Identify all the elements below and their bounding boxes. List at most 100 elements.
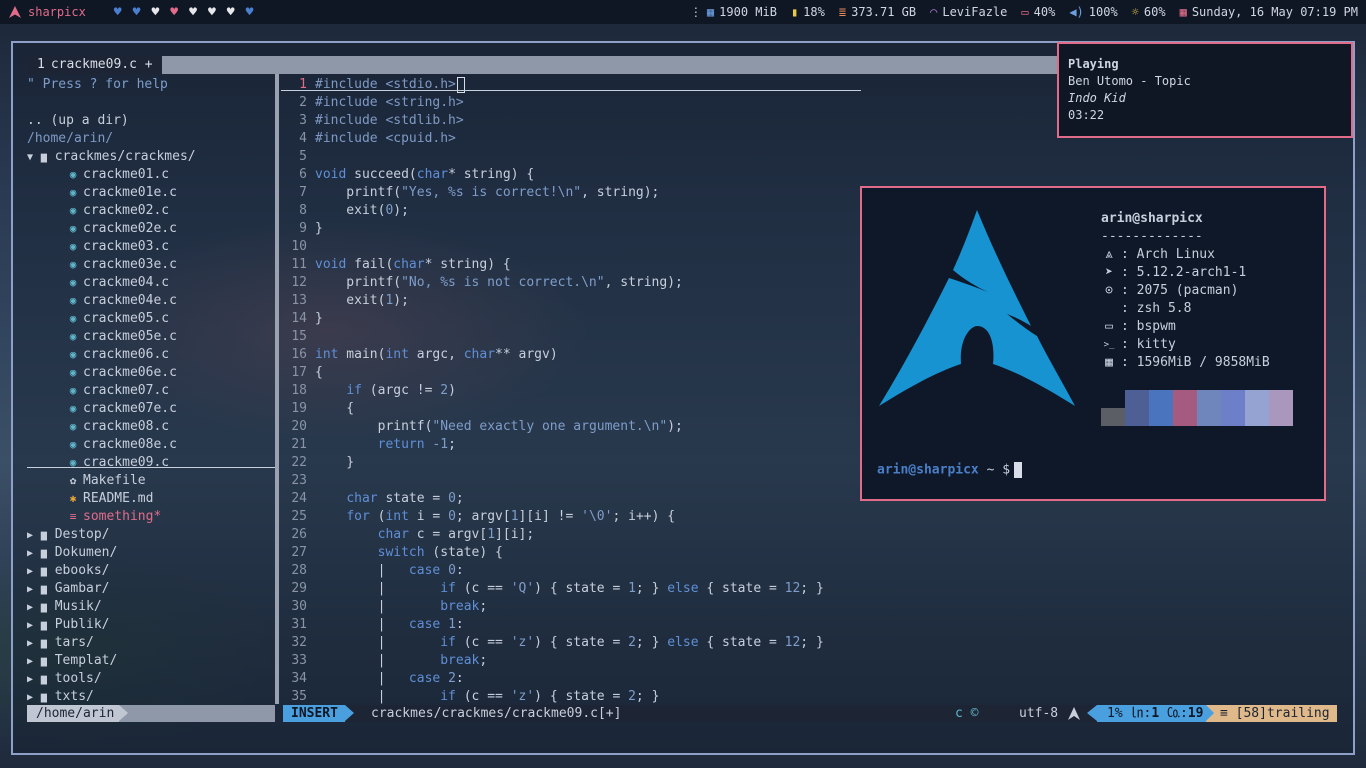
code-line[interactable]: | if (c == 'z') { state = 2; } <box>315 688 660 706</box>
tree-dir[interactable]: ▶ ▆ Dokumen/ <box>27 544 117 562</box>
line-number: 28 <box>291 563 307 578</box>
line-number: 10 <box>291 239 307 254</box>
vim-tab[interactable]: 1 crackme09.c + <box>27 56 162 74</box>
arch-logo-icon[interactable] <box>8 5 22 19</box>
top-bar: sharpicx ♥ ♥ ♥ ♥ ♥ ♥ ♥ ♥ ⋮ ▦ 1900 MiB ▮ 18% ≣ 373.7… <box>0 0 1366 24</box>
code-line[interactable]: char c = argv[1][i]; <box>315 526 535 544</box>
editor-cursor-line <box>281 90 861 91</box>
tree-dir[interactable]: ▶ ▆ txts/ <box>27 688 94 706</box>
code-line[interactable]: int main(int argc, char** argv) <box>315 346 558 364</box>
code-line[interactable]: #include <cpuid.h> <box>315 130 456 148</box>
wifi-widget[interactable]: ◠ LeviFazle <box>930 5 1007 19</box>
workspace-2-heart-icon[interactable]: ♥ <box>133 5 141 20</box>
brightness-widget[interactable]: ☼ 60% <box>1132 5 1166 19</box>
tree-dir[interactable]: ▶ ▆ tools/ <box>27 670 102 688</box>
workspace-3-heart-icon[interactable]: ♥ <box>151 5 159 20</box>
code-line[interactable]: for (int i = 0; argv[1][i] != '\0'; i++)… <box>315 508 675 526</box>
code-line[interactable]: } <box>315 454 354 472</box>
code-line[interactable]: #include <string.h> <box>315 94 464 112</box>
code-line[interactable]: return -1; <box>315 436 456 454</box>
tree-file[interactable]: ◉ crackme09.c <box>65 454 169 472</box>
workspace-7-heart-icon[interactable]: ♥ <box>227 5 235 20</box>
code-line[interactable]: | break; <box>315 652 488 670</box>
code-line[interactable]: printf("No, %s is not correct.\n", strin… <box>315 274 683 292</box>
code-line[interactable]: | case 2: <box>315 670 464 688</box>
code-line[interactable]: exit(0); <box>315 202 409 220</box>
code-line[interactable]: #include <stdlib.h> <box>315 112 464 130</box>
code-line[interactable]: | case 1: <box>315 616 464 634</box>
workspace-1-heart-icon[interactable]: ♥ <box>114 5 122 20</box>
vertical-split[interactable] <box>275 74 279 704</box>
workspace-6-heart-icon[interactable]: ♥ <box>208 5 216 20</box>
line-number: 6 <box>299 167 307 182</box>
code-line[interactable]: if (argc != 2) <box>315 382 456 400</box>
code-line[interactable]: | if (c == 'Q') { state = 1; } else { st… <box>315 580 824 598</box>
code-line[interactable]: #include <stdio.h> <box>315 76 465 94</box>
tree-file[interactable]: ◉ crackme02e.c <box>65 220 177 238</box>
tree-dir-crackmes[interactable]: ▼ ▆ crackmes/crackmes/ <box>27 148 196 166</box>
tree-dir[interactable]: ▶ ▆ Musik/ <box>27 598 102 616</box>
workspace-4-heart-icon[interactable]: ♥ <box>170 5 178 20</box>
code-line[interactable]: char state = 0; <box>315 490 463 508</box>
workspace-8-heart-icon[interactable]: ♥ <box>246 5 254 20</box>
line-number: 27 <box>291 545 307 560</box>
tree-dir[interactable]: ▶ ▆ Gambar/ <box>27 580 110 598</box>
tree-dir[interactable]: ▶ ▆ Templat/ <box>27 652 117 670</box>
line-number: 34 <box>291 671 307 686</box>
tree-dir[interactable]: ▶ ▆ ebooks/ <box>27 562 110 580</box>
clock-widget[interactable]: ▦ Sunday, 16 May 07:19 PM <box>1180 5 1358 19</box>
tree-file[interactable]: ◉ crackme07e.c <box>65 400 177 418</box>
tree-file[interactable]: ◉ crackme03.c <box>65 238 169 256</box>
tree-file[interactable]: ◉ crackme02.c <box>65 202 169 220</box>
code-line[interactable]: } <box>315 220 323 238</box>
tree-dir[interactable]: ▶ ▆ Destop/ <box>27 526 110 544</box>
tree-file[interactable]: ◉ crackme06.c <box>65 346 169 364</box>
line-number: 19 <box>291 401 307 416</box>
tree-file[interactable]: ◉ crackme05e.c <box>65 328 177 346</box>
c-file-icon: ◉ <box>69 456 77 469</box>
tree-file[interactable]: ◉ crackme08.c <box>65 418 169 436</box>
tree-file[interactable]: ◉ crackme01.c <box>65 166 169 184</box>
tree-file[interactable]: ✿ Makefile <box>65 472 146 490</box>
c-file-icon: ◉ <box>69 294 77 307</box>
code-line[interactable]: switch (state) { <box>315 544 503 562</box>
tree-dir[interactable]: ▶ ▆ tars/ <box>27 634 94 652</box>
system-info: arin@sharpicx ------------- ⩓: Arch Linu… <box>1101 210 1270 372</box>
code-line[interactable]: | break; <box>315 598 488 616</box>
code-line[interactable]: } <box>315 310 323 328</box>
code-line[interactable]: { <box>315 364 323 382</box>
code-line[interactable]: exit(1); <box>315 292 409 310</box>
hostname: sharpicx <box>28 5 86 19</box>
code-line[interactable]: | case 0: <box>315 562 464 580</box>
tree-file[interactable]: ≡ something* <box>65 508 162 526</box>
code-line[interactable]: void succeed(char* string) { <box>315 166 534 184</box>
tree-file[interactable]: ◉ crackme01e.c <box>65 184 177 202</box>
tree-file[interactable]: ◉ crackme07.c <box>65 382 169 400</box>
tree-file[interactable]: ◉ crackme04e.c <box>65 292 177 310</box>
tree-up-dir[interactable]: .. (up a dir) <box>27 112 129 130</box>
tree-file[interactable]: ✱ README.md <box>65 490 154 508</box>
tree-file[interactable]: ◉ crackme05.c <box>65 310 169 328</box>
code-line[interactable]: void fail(char* string) { <box>315 256 511 274</box>
tree-file[interactable]: ◉ crackme03e.c <box>65 256 177 274</box>
battery-outline-icon: ▭ <box>1021 5 1029 19</box>
shell-prompt[interactable]: arin@sharpicx ~ $ <box>877 462 1023 478</box>
code-line[interactable]: { <box>315 400 354 418</box>
arch-icon <box>1068 707 1080 720</box>
code-line[interactable]: printf("Yes, %s is correct!\n", string); <box>315 184 659 202</box>
music-notification[interactable]: Playing Ben Utomo - Topic Indo Kid 03:22 <box>1057 42 1353 138</box>
line-number: 20 <box>291 419 307 434</box>
code-line[interactable]: | if (c == 'z') { state = 2; } else { st… <box>315 634 824 652</box>
fetch-terminal[interactable]: arin@sharpicx ------------- ⩓: Arch Linu… <box>860 186 1326 501</box>
line-number: 16 <box>291 347 307 362</box>
code-line[interactable]: printf("Need exactly one argument.\n"); <box>315 418 683 436</box>
workspace-5-heart-icon[interactable]: ♥ <box>189 5 197 20</box>
tree-file[interactable]: ◉ crackme06e.c <box>65 364 177 382</box>
tree-file[interactable]: ◉ crackme04.c <box>65 274 169 292</box>
line-number: 18 <box>291 383 307 398</box>
fetch-row: ⊙: 2075 (pacman) <box>1101 282 1270 300</box>
tree-file[interactable]: ◉ crackme08e.c <box>65 436 177 454</box>
volume-widget[interactable]: ◀) 100% <box>1069 5 1117 19</box>
tree-dir[interactable]: ▶ ▆ Publik/ <box>27 616 110 634</box>
terminal-cursor <box>1014 462 1023 478</box>
